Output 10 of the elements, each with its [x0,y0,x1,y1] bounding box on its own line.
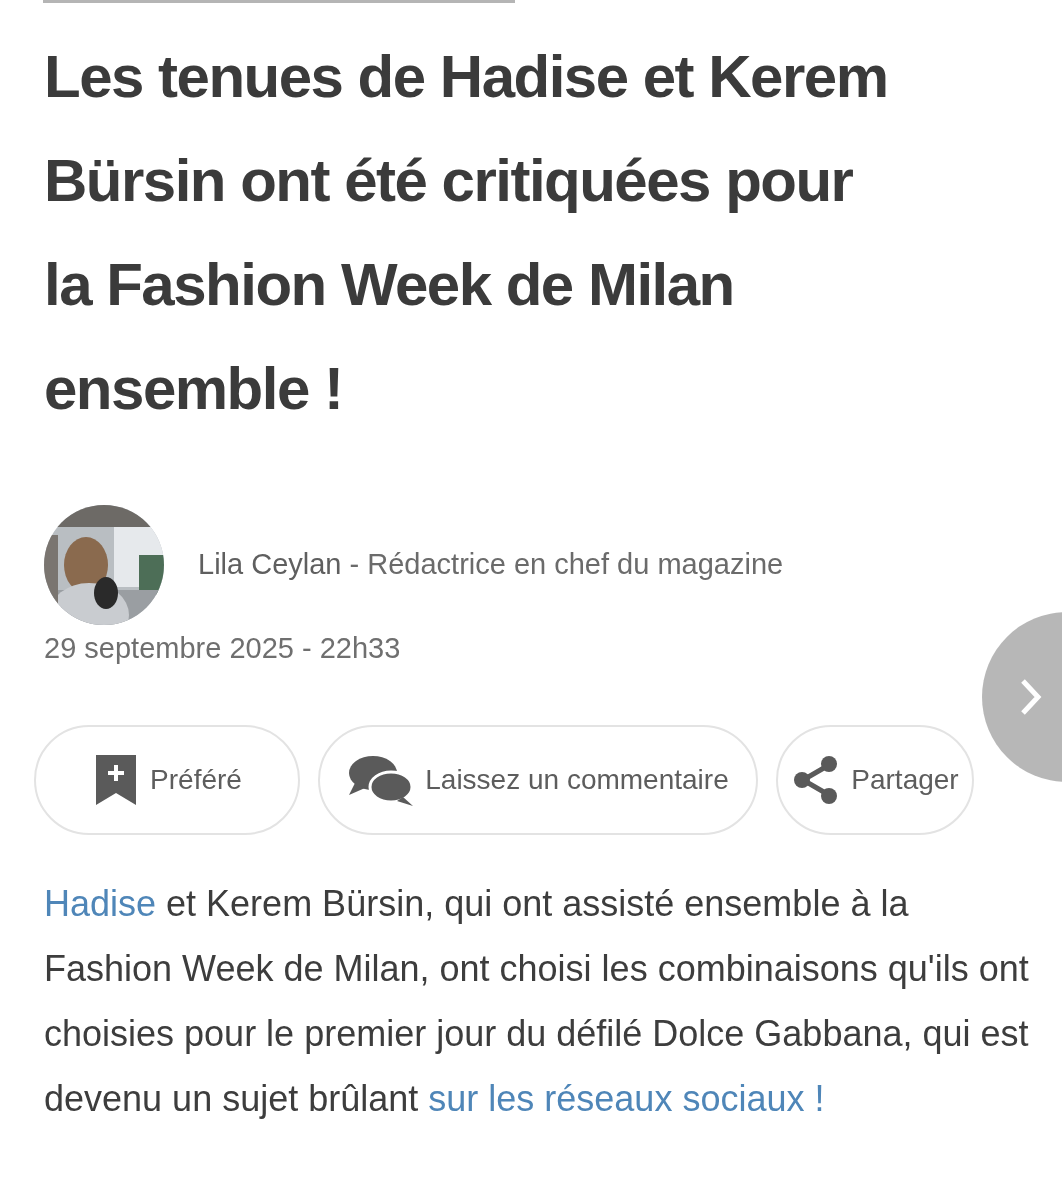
text-link[interactable]: sur les réseaux sociaux ! [428,1077,825,1119]
text-link[interactable]: Hadise [44,882,157,924]
author-byline: Lila Ceylan - Rédactrice en chef du magazine [198,547,784,583]
publish-date: 29 septembre 2025 - 22h33 [44,631,402,666]
action-button[interactable]: Préféré [34,724,300,835]
action-button[interactable]: Partager [776,724,974,835]
article-title: Les tenues de Hadise et Kerem Bürsin ont été critiquées pour la Fashion Week de Milan ensemble ! [44,42,889,424]
article-paragraph: Hadise et Kerem Bürsin, qui ont assisté ensemble à la Fashion Week de Milan, ont choisi les combinaisons qu'ils ont choisies pour le premier jour du défilé Dolce Gabbana, qui est devenu un sujet brûlant sur les réseaux sociaux ! [44,881,1030,1121]
action-button[interactable]: Laissez un commentaire [318,724,758,835]
chevron-right-icon [1020,678,1042,716]
